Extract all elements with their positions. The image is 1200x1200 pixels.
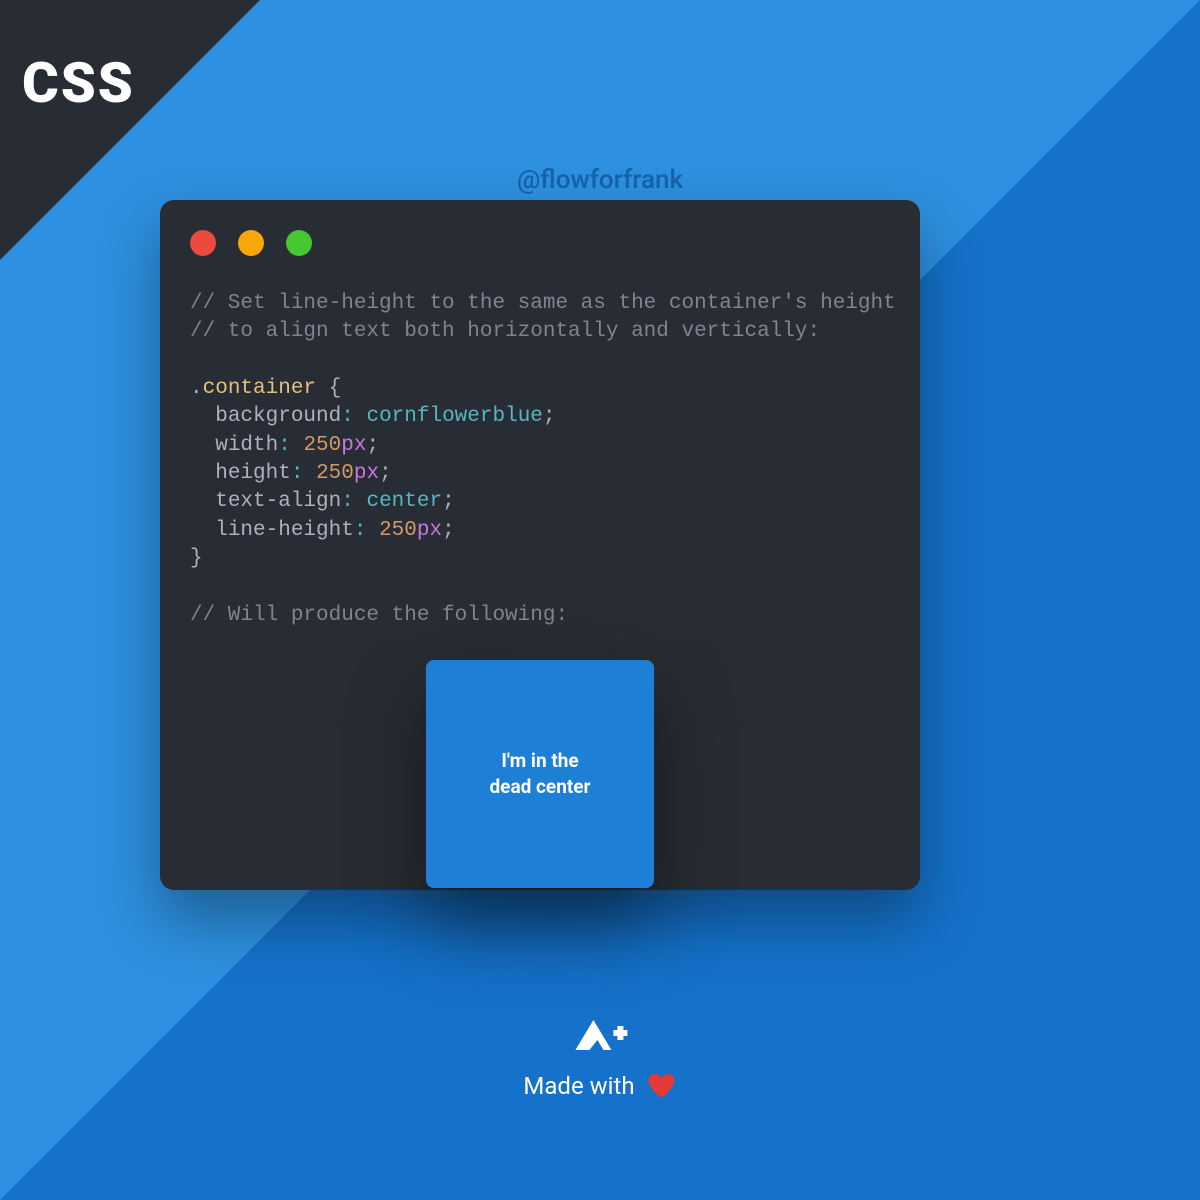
code-colon: : [341, 490, 354, 513]
code-value: center [366, 490, 442, 513]
code-prop: text-align [215, 490, 341, 513]
code-value: cornflowerblue [366, 405, 542, 428]
heart-icon [647, 1072, 677, 1100]
code-brace: } [190, 547, 203, 570]
code-editor-window: // Set line-height to the same as the co… [160, 200, 920, 890]
code-prop: background [215, 405, 341, 428]
author-handle: @flowforfrank [517, 165, 683, 195]
code-prop: line-height [215, 519, 354, 542]
code-comment: // to align text both horizontally and v… [190, 320, 820, 343]
code-selector-class: container [203, 377, 316, 400]
code-value-num: 250 [379, 519, 417, 542]
code-semi: ; [366, 434, 379, 457]
code-comment: // Will produce the following: [190, 604, 568, 627]
code-colon: : [341, 405, 354, 428]
footer-logo-icon [571, 1016, 629, 1054]
code-semi: ; [442, 490, 455, 513]
code-colon: : [278, 434, 291, 457]
corner-label: CSS [22, 50, 135, 116]
code-comment: // Set line-height to the same as the co… [190, 292, 896, 315]
code-prop: width [215, 434, 278, 457]
code-value-num: 250 [316, 462, 354, 485]
code-semi: ; [543, 405, 556, 428]
code-brace: { [329, 377, 342, 400]
code-value-unit: px [354, 462, 379, 485]
code-prop: height [215, 462, 291, 485]
footer: Made with [523, 1016, 676, 1100]
code-selector-dot: . [190, 377, 203, 400]
code-semi: ; [379, 462, 392, 485]
code-colon: : [354, 519, 367, 542]
window-traffic-lights [190, 230, 890, 256]
code-semi: ; [442, 519, 455, 542]
code-content: // Set line-height to the same as the co… [190, 290, 890, 630]
code-colon: : [291, 462, 304, 485]
footer-made-text: Made with [523, 1072, 634, 1100]
demo-text: I'm in the dead center [489, 748, 590, 801]
demo-box: I'm in the dead center [426, 660, 654, 888]
maximize-dot-icon [286, 230, 312, 256]
code-value-num: 250 [303, 434, 341, 457]
minimize-dot-icon [238, 230, 264, 256]
code-value-unit: px [417, 519, 442, 542]
demo-container: I'm in the dead center [190, 660, 890, 888]
footer-made-with: Made with [523, 1072, 676, 1100]
close-dot-icon [190, 230, 216, 256]
code-value-unit: px [341, 434, 366, 457]
